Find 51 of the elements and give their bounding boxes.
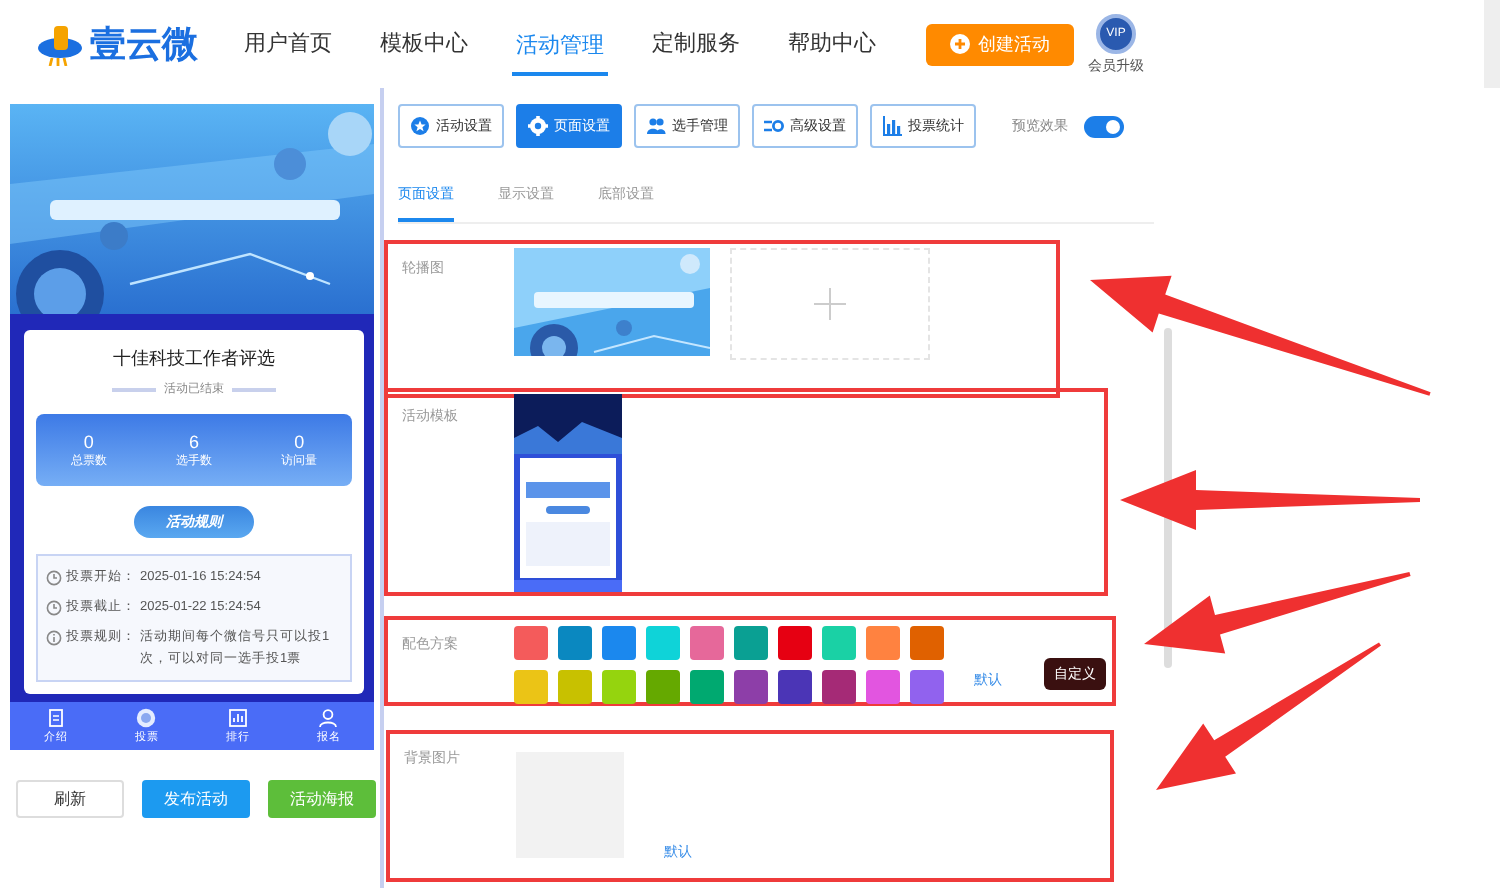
nav-link[interactable]: 帮助中心 (764, 0, 900, 88)
nav-link[interactable]: 用户首页 (220, 0, 356, 88)
color-swatch[interactable] (734, 670, 768, 704)
plus-icon (950, 34, 970, 54)
color-swatch[interactable] (690, 626, 724, 660)
color-swatch[interactable] (822, 626, 856, 660)
color-swatch[interactable] (558, 670, 592, 704)
stat-value: 6 (189, 431, 200, 451)
action-button[interactable]: 发布活动 (142, 780, 250, 819)
preview-toggle[interactable] (1084, 115, 1124, 137)
color-swatch[interactable] (866, 670, 900, 704)
settings-icon (764, 116, 784, 136)
color-swatch[interactable] (690, 670, 724, 704)
color-swatch[interactable] (910, 670, 944, 704)
color-swatch[interactable] (602, 626, 636, 660)
stat-value: 0 (294, 431, 305, 451)
chart-icon (227, 708, 248, 729)
stat-value: 0 (83, 431, 94, 451)
color-swatch[interactable] (734, 626, 768, 660)
nav-link[interactable]: 定制服务 (628, 0, 764, 88)
bar-chart-icon (882, 116, 902, 136)
color-swatch[interactable] (866, 626, 900, 660)
color-swatch[interactable] (778, 626, 812, 660)
color-swatch[interactable] (514, 670, 548, 704)
color-swatch[interactable] (910, 626, 944, 660)
color-swatch[interactable] (822, 670, 856, 704)
nav-link[interactable]: 模板中心 (356, 0, 492, 88)
color-swatch[interactable] (646, 670, 680, 704)
star-icon (410, 116, 430, 136)
info-icon (46, 630, 62, 647)
clock-icon (46, 570, 62, 586)
logo-icon (36, 22, 84, 66)
activity-title: 十佳科技工作者评选 (113, 346, 275, 372)
selected-dot-icon (136, 708, 157, 729)
color-swatch[interactable] (778, 670, 812, 704)
add-image-button[interactable] (730, 248, 930, 360)
create-button[interactable]: 创建活动 (926, 23, 1074, 65)
color-swatch[interactable] (558, 626, 592, 660)
color-swatch[interactable] (646, 626, 680, 660)
nav-link[interactable]: 活动管理 (492, 0, 628, 88)
action-button[interactable]: 活动海报 (268, 780, 376, 819)
plus-icon (814, 288, 846, 320)
color-swatch[interactable] (602, 670, 636, 704)
user-icon (318, 708, 339, 729)
logo-text: 壹云微 (90, 22, 198, 68)
document-icon (45, 708, 66, 729)
color-swatch[interactable] (514, 626, 548, 660)
users-icon (646, 116, 666, 136)
action-button[interactable]: 刷新 (16, 780, 124, 819)
gear-icon (528, 116, 548, 136)
clock-icon (46, 600, 62, 617)
